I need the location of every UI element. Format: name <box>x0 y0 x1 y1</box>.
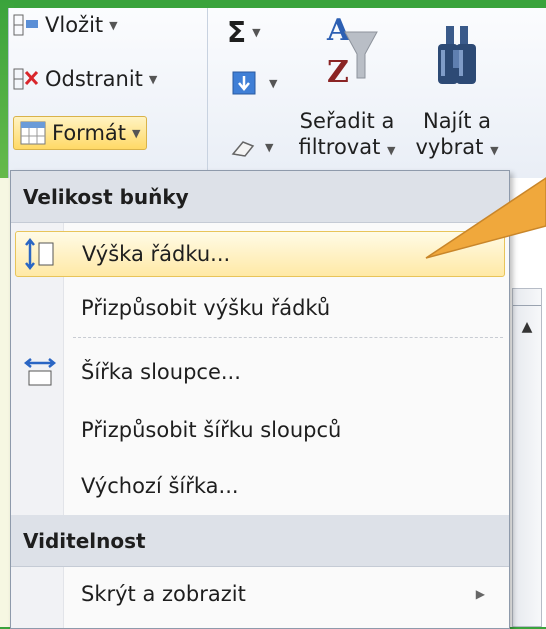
chevron-down-icon: ▼ <box>387 144 396 157</box>
row-height-icon <box>24 237 58 271</box>
fill-down-icon <box>231 70 257 96</box>
section-header-visibility: Viditelnost <box>11 515 509 567</box>
find-select-button[interactable]: Najít a vybrat ▼ <box>407 10 507 164</box>
format-dropdown-menu: Velikost buňky Výška řádku... Přizpůsobi… <box>10 170 510 629</box>
menu-item-default-width[interactable]: Výchozí šířka... <box>15 463 505 509</box>
sort-filter-label-2: filtrovat <box>298 135 381 159</box>
menu-item-label: Výchozí šířka... <box>81 474 239 498</box>
find-select-label-2: vybrat <box>415 135 484 159</box>
insert-button[interactable]: Vložit ▼ <box>13 12 118 38</box>
autosum-button[interactable]: Σ ▼ <box>227 16 261 49</box>
binoculars-icon <box>438 26 476 84</box>
menu-item-label: Šířka sloupce... <box>81 360 241 384</box>
chevron-down-icon: ▼ <box>252 26 261 39</box>
eraser-icon <box>227 134 255 160</box>
delete-cells-icon <box>13 66 39 92</box>
ribbon-cells-editing: Vložit ▼ Odstranit ▼ Formát ▼ Σ ▼ ▼ ▼ A <box>8 8 546 178</box>
sort-filter-button[interactable]: A Z Seřadit a filtrovat ▼ <box>291 10 403 164</box>
insert-cells-icon <box>13 12 39 38</box>
format-button[interactable]: Formát ▼ <box>13 116 148 150</box>
menu-item-row-height[interactable]: Výška řádku... <box>15 231 505 277</box>
menu-item-hide-unhide[interactable]: Skrýt a zobrazit ▶ <box>15 571 505 617</box>
svg-text:A: A <box>326 13 351 48</box>
chevron-down-icon: ▼ <box>109 18 118 32</box>
delete-button[interactable]: Odstranit ▼ <box>13 66 157 92</box>
sort-filter-icon: A Z <box>326 13 378 90</box>
menu-item-label: Skrýt a zobrazit <box>81 582 246 606</box>
insert-label: Vložit <box>45 13 104 37</box>
format-label: Formát <box>52 121 127 145</box>
scroll-up-arrow-icon[interactable]: ▲ <box>513 315 541 339</box>
vertical-scrollbar[interactable]: ▲ <box>512 288 542 627</box>
menu-separator <box>73 337 503 338</box>
clear-button[interactable]: ▼ <box>227 134 273 160</box>
chevron-down-icon: ▼ <box>148 72 158 86</box>
menu-item-autofit-row-height[interactable]: Přizpůsobit výšku řádků <box>15 285 505 331</box>
chevron-down-icon: ▼ <box>490 144 499 157</box>
find-select-label-1: Najít a <box>422 109 492 133</box>
menu-item-label: Přizpůsobit výšku řádků <box>81 296 331 320</box>
split-handle[interactable] <box>513 291 541 306</box>
format-cells-icon <box>20 120 46 146</box>
sum-icon: Σ <box>227 16 247 49</box>
menu-item-label: Výška řádku... <box>82 242 231 266</box>
menu-item-column-width[interactable]: Šířka sloupce... <box>15 349 505 395</box>
section-header-cell-size: Velikost buňky <box>11 171 509 223</box>
delete-label: Odstranit <box>45 67 143 91</box>
chevron-down-icon: ▼ <box>265 140 274 154</box>
menu-item-label: Přizpůsobit šířku sloupců <box>81 418 342 442</box>
sort-filter-label-1: Seřadit a <box>299 109 395 133</box>
svg-text:Z: Z <box>327 55 349 90</box>
chevron-down-icon: ▼ <box>269 76 278 90</box>
submenu-arrow-icon: ▶ <box>475 587 485 601</box>
fill-button[interactable]: ▼ <box>231 70 277 96</box>
menu-item-autofit-column-width[interactable]: Přizpůsobit šířku sloupců <box>15 407 505 453</box>
chevron-down-icon: ▼ <box>132 126 141 140</box>
column-width-icon <box>23 355 57 389</box>
ribbon-group-separator <box>207 8 208 178</box>
